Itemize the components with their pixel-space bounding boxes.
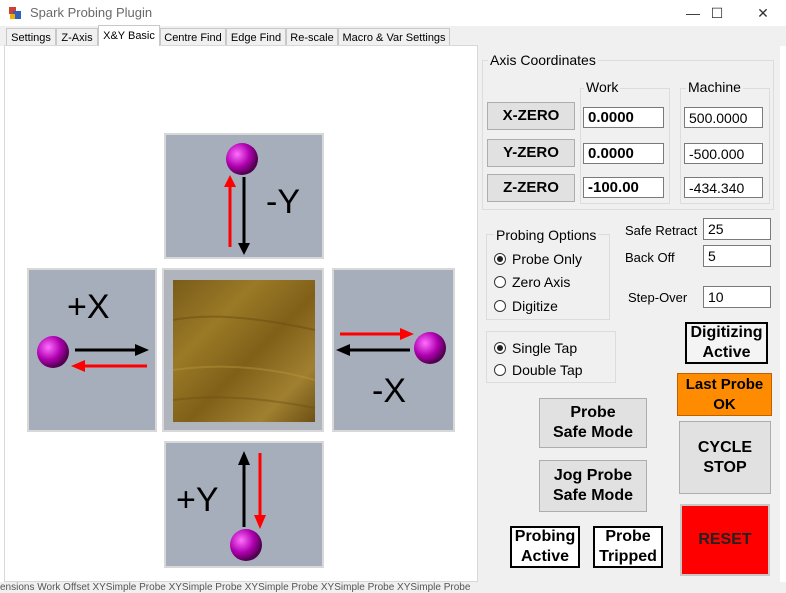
work-y-field[interactable]: 0.0000 [583,143,664,164]
jog-probe-line1: Jog Probe [553,467,633,484]
probing-active-line2: Active [520,548,570,565]
probing-options-title: Probing Options [494,227,599,243]
probe-plus-x-button[interactable]: +X [27,268,157,432]
probing-active-line1: Probing [514,528,576,545]
machine-x-field[interactable]: 500.0000 [684,107,763,128]
double-tap-label: Double Tap [512,362,583,378]
plus-x-label: +X [67,288,110,326]
window-title: Spark Probing Plugin [30,5,153,20]
digitize-radio[interactable]: Digitize [494,298,558,314]
tab-edge-find[interactable]: Edge Find [226,28,286,46]
radio-unchecked-icon [494,364,506,376]
machine-y-field[interactable]: -500.000 [684,143,763,164]
safe-retract-field[interactable]: 25 [703,218,771,240]
zero-axis-radio[interactable]: Zero Axis [494,274,570,290]
tab-z-axis[interactable]: Z-Axis [56,28,98,46]
probing-active-indicator: Probing Active [510,526,580,568]
tab-re-scale[interactable]: Re-scale [286,28,338,46]
single-tap-radio[interactable]: Single Tap [494,340,577,356]
probe-only-radio[interactable]: Probe Only [494,251,582,267]
minus-x-label: -X [372,372,406,410]
probe-safe-mode-button[interactable]: Probe Safe Mode [539,398,647,448]
zero-axis-label: Zero Axis [512,274,571,290]
digitizing-line1: Digitizing [690,324,763,341]
back-off-field[interactable]: 5 [703,245,771,267]
work-title: Work [584,79,621,95]
workpiece-image [172,280,316,422]
probe-tripped-indicator: Probe Tripped [593,526,663,568]
tab-xy-basic[interactable]: X&Y Basic [98,25,160,46]
probe-tripped-line1: Probe [605,528,651,545]
reset-button[interactable]: RESET [680,504,770,576]
background-window-strip: ensions Work Offset XYSimple Probe XYSim… [0,582,786,593]
tab-macro-var-settings[interactable]: Macro & Var Settings [338,28,450,46]
workpiece-tile [162,268,324,432]
radio-unchecked-icon [494,300,506,312]
digitize-label: Digitize [512,298,558,314]
app-icon [8,6,22,20]
plus-y-label: +Y [176,481,219,519]
digitizing-line2: Active [702,344,751,361]
jog-probe-safe-mode-button[interactable]: Jog Probe Safe Mode [539,460,647,512]
probe-tripped-line2: Tripped [599,548,657,565]
radio-checked-icon [494,342,506,354]
close-icon: ✕ [757,4,769,21]
probe-plus-y-button[interactable]: +Y [164,441,324,568]
radio-unchecked-icon [494,276,506,288]
cycle-stop-line1: CYCLE [697,438,753,456]
y-zero-button[interactable]: Y-ZERO [487,139,575,167]
double-tap-radio[interactable]: Double Tap [494,362,583,378]
work-z-field[interactable]: -100.00 [583,177,664,198]
digitizing-active-indicator: Digitizing Active [685,322,768,364]
maximize-icon: ☐ [710,4,724,21]
probe-safe-line2: Safe Mode [552,424,633,441]
z-zero-button[interactable]: Z-ZERO [487,174,575,202]
maximize-button[interactable]: ☐ [694,0,740,26]
probe-only-label: Probe Only [512,251,583,267]
probe-minus-x-button[interactable]: -X [332,268,455,432]
last-probe-line1: Last Probe [685,375,764,393]
minus-y-label: -Y [266,183,300,221]
safe-retract-label: Safe Retract [625,223,698,238]
axis-coordinates-title: Axis Coordinates [488,52,598,68]
back-off-label: Back Off [625,250,675,265]
radio-checked-icon [494,253,506,265]
cycle-stop-line2: STOP [703,458,747,476]
close-button[interactable]: ✕ [740,0,786,26]
jog-probe-line2: Safe Mode [552,487,633,504]
x-zero-button[interactable]: X-ZERO [487,102,575,130]
tab-settings[interactable]: Settings [6,28,56,46]
cycle-stop-button[interactable]: CYCLE STOP [679,421,771,494]
work-x-field[interactable]: 0.0000 [583,107,664,128]
step-over-label: Step-Over [628,290,688,305]
probe-minus-y-button[interactable]: -Y [164,133,324,259]
last-probe-line2: OK [713,395,736,413]
step-over-field[interactable]: 10 [703,286,771,308]
probe-safe-line1: Probe [570,404,616,421]
machine-z-field[interactable]: -434.340 [684,177,763,198]
last-probe-ok-indicator: Last Probe OK [677,373,772,416]
tab-centre-find[interactable]: Centre Find [160,28,226,46]
machine-title: Machine [686,79,743,95]
single-tap-label: Single Tap [512,340,578,356]
